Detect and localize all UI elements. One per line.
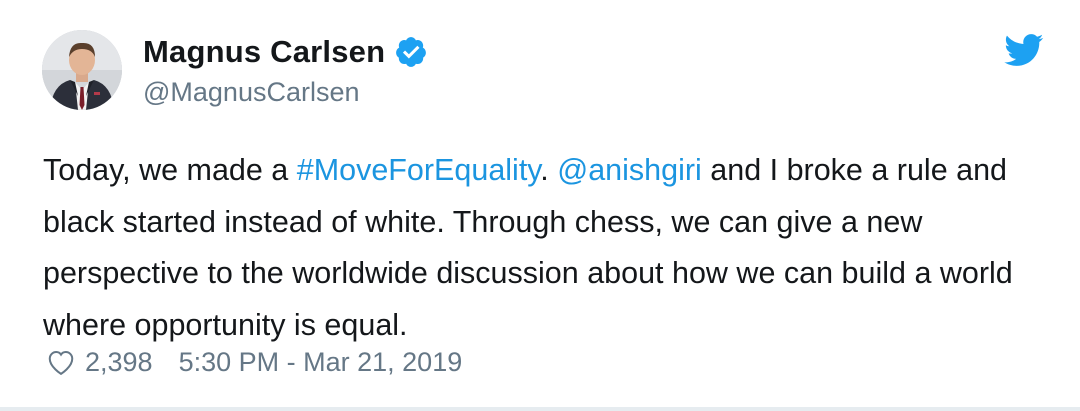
tweet-text-segment: Today, we made a — [43, 153, 297, 187]
hashtag-link[interactable]: #MoveForEquality — [297, 153, 541, 187]
tweet-body: Today, we made a #MoveForEquality. @anis… — [43, 145, 1043, 351]
avatar-photo-icon — [42, 30, 122, 110]
heart-icon[interactable] — [46, 348, 76, 376]
like-count[interactable]: 2,398 — [85, 347, 153, 378]
tweet-footer: 2,398 5:30 PM - Mar 21, 2019 — [46, 342, 462, 382]
tweet-text-segment: . — [540, 153, 558, 187]
mention-link[interactable]: @anishgiri — [557, 153, 702, 187]
verified-badge-icon — [394, 35, 428, 69]
avatar[interactable] — [42, 30, 122, 110]
author-display-name[interactable]: Magnus Carlsen — [143, 34, 385, 70]
author-name-row: Magnus Carlsen — [143, 32, 428, 72]
divider — [0, 407, 1080, 411]
tweet-card[interactable]: Magnus Carlsen @MagnusCarlsen Today, we … — [0, 0, 1080, 411]
twitter-bird-icon[interactable] — [1004, 34, 1044, 67]
tweet-timestamp[interactable]: 5:30 PM - Mar 21, 2019 — [179, 347, 463, 378]
author-handle[interactable]: @MagnusCarlsen — [143, 77, 360, 108]
